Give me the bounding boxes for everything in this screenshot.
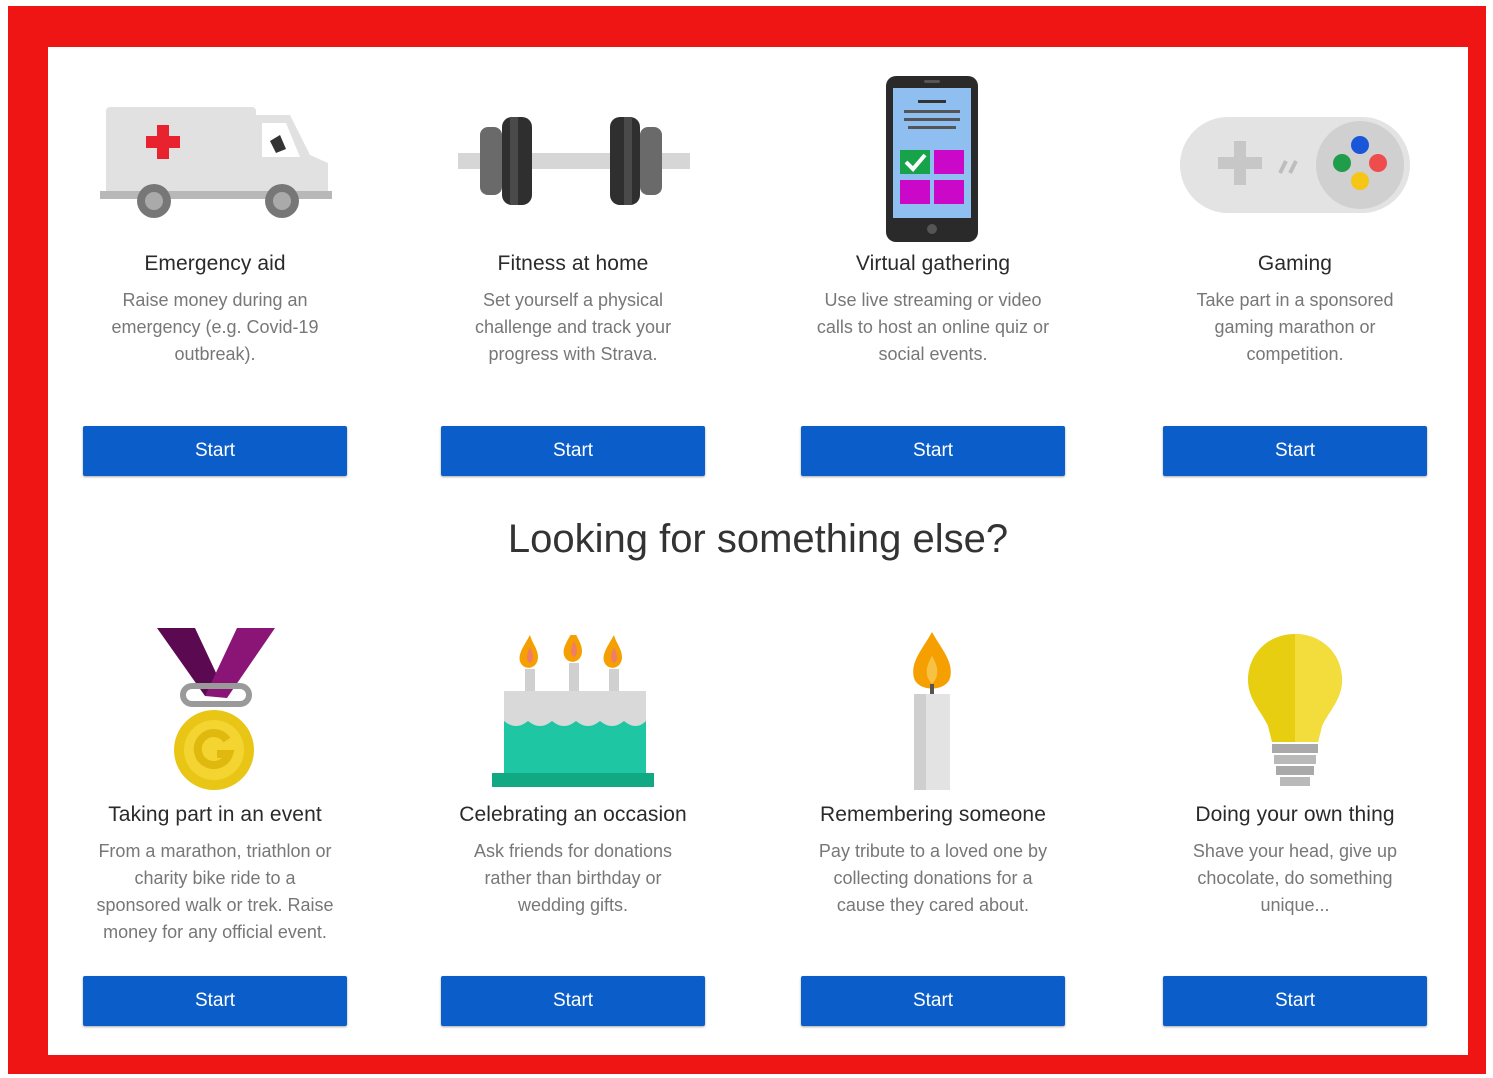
start-button-remembering-someone[interactable]: Start [801, 976, 1065, 1026]
card-description: Shave your head, give up chocolate, do s… [1192, 841, 1398, 915]
card-title: Taking part in an event [108, 803, 322, 826]
card-title: Doing your own thing [1195, 803, 1395, 826]
card-description: From a marathon, triathlon or charity bi… [96, 841, 334, 942]
medal-icon [157, 628, 275, 790]
start-button-fitness-at-home[interactable]: Start [441, 426, 705, 476]
card-virtual-gathering: Virtual gathering Use live streaming or … [800, 47, 1066, 477]
lightbulb-icon [1248, 634, 1342, 786]
card-title: Gaming [1257, 252, 1333, 275]
card-fitness-at-home: Fitness at home Set yourself a physical … [440, 47, 706, 477]
start-button-gaming[interactable]: Start [1163, 426, 1427, 476]
card-description: Take part in a sponsored gaming marathon… [1196, 290, 1394, 364]
candle-icon [913, 632, 951, 790]
card-title: Celebrating an occasion [459, 803, 687, 826]
gamepad-icon [1180, 117, 1410, 213]
card-emergency-aid: Emergency aid Raise money during an emer… [82, 47, 348, 477]
start-button-virtual-gathering[interactable]: Start [801, 426, 1065, 476]
card-title: Virtual gathering [855, 252, 1011, 275]
red-border-frame: Emergency aid Raise money during an emer… [8, 6, 1486, 1074]
card-description: Use live streaming or video calls to hos… [816, 290, 1050, 364]
card-description: Pay tribute to a loved one by collecting… [818, 841, 1048, 915]
card-taking-part-in-an-event: Taking part in an event From a marathon,… [82, 607, 348, 1037]
card-description: Set yourself a physical challenge and tr… [474, 290, 672, 364]
card-title: Emergency aid [144, 252, 286, 275]
section-heading: Looking for something else? [507, 517, 1009, 561]
dumbbell-icon [458, 117, 690, 205]
smartphone-icon [886, 76, 978, 242]
ambulance-icon [100, 107, 332, 218]
card-description: Ask friends for donations rather than bi… [473, 841, 673, 915]
start-button-doing-your-own-thing[interactable]: Start [1163, 976, 1427, 1026]
fundraiser-options-panel: Emergency aid Raise money during an emer… [48, 47, 1468, 1055]
card-title: Remembering someone [819, 803, 1046, 826]
card-doing-your-own-thing: Doing your own thing Shave your head, gi… [1162, 607, 1428, 1037]
start-button-taking-part-in-an-event[interactable]: Start [83, 976, 347, 1026]
start-button-celebrating-an-occasion[interactable]: Start [441, 976, 705, 1026]
card-description: Raise money during an emergency (e.g. Co… [111, 290, 319, 364]
card-title: Fitness at home [497, 252, 649, 275]
card-gaming: Gaming Take part in a sponsored gaming m… [1162, 47, 1428, 477]
start-button-emergency-aid[interactable]: Start [83, 426, 347, 476]
card-celebrating-an-occasion: Celebrating an occasion Ask friends for … [440, 607, 706, 1037]
birthday-cake-icon [492, 635, 654, 787]
card-remembering-someone: Remembering someone Pay tribute to a lov… [800, 607, 1066, 1037]
